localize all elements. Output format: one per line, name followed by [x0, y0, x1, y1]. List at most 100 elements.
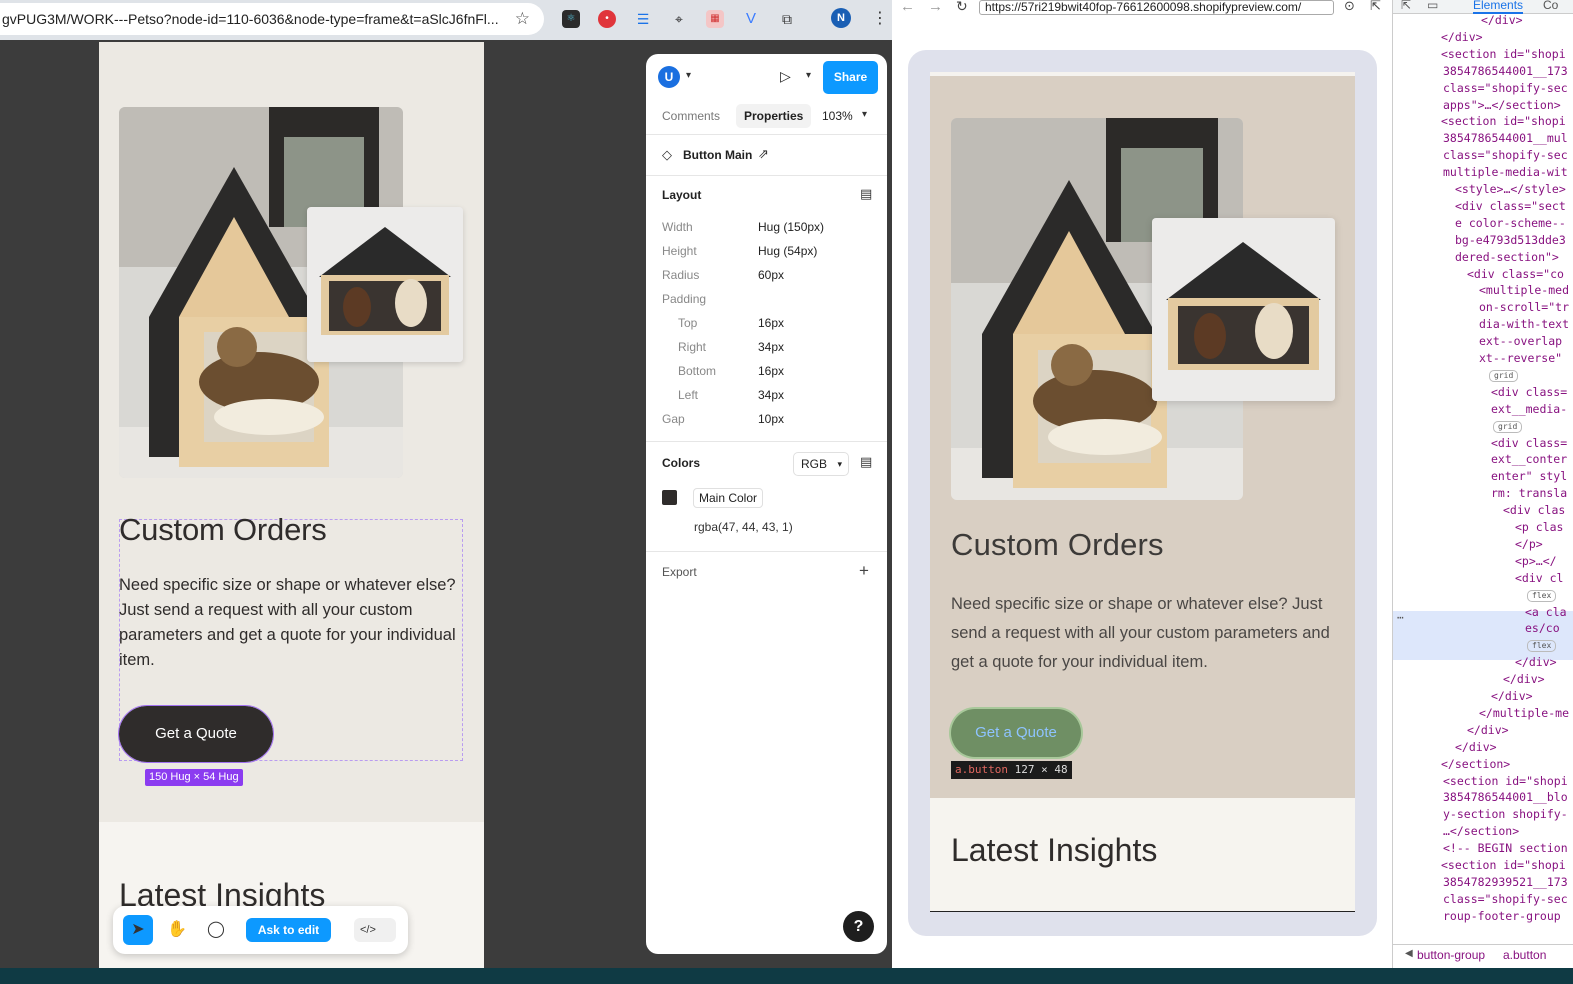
share-button[interactable]: Share	[823, 61, 878, 94]
user-avatar[interactable]: U	[658, 66, 680, 88]
layout-badge[interactable]: grid	[1493, 420, 1523, 433]
dom-node-line[interactable]: <div class=	[1491, 384, 1567, 400]
dom-node-line[interactable]: 3854786544001__mul	[1443, 130, 1568, 146]
dom-node-line[interactable]: ext__media-	[1491, 401, 1567, 417]
forward-icon[interactable]: →	[928, 0, 943, 15]
dom-node-line[interactable]: <section id="shopi	[1443, 773, 1568, 789]
dom-node-line[interactable]: </div>	[1491, 688, 1533, 704]
dom-node-line[interactable]: roup-footer-group	[1443, 908, 1561, 924]
address-bar[interactable]: gvPUG3M/WORK---Petso?node-id=110-6036&no…	[0, 3, 544, 35]
dom-node-line[interactable]: ext--overlap	[1479, 333, 1562, 349]
dom-node-line[interactable]: xt--reverse"	[1479, 350, 1562, 366]
dom-node-line[interactable]: 3854786544001__173	[1443, 63, 1568, 79]
dom-node-line[interactable]: dia-with-text	[1479, 316, 1569, 332]
extensions-puzzle-icon[interactable]: ⧉	[778, 10, 796, 28]
dom-node-line[interactable]: es/co	[1525, 620, 1560, 636]
vuetify-icon[interactable]: V	[742, 10, 760, 28]
move-tool-icon[interactable]: ➤	[123, 915, 153, 945]
dom-node-line[interactable]: </p>	[1515, 536, 1543, 552]
dom-node-line[interactable]: <div cl	[1515, 570, 1563, 586]
dom-node-line[interactable]: 3854786544001__blo	[1443, 789, 1568, 805]
inspect-icon[interactable]: ⇱	[1401, 0, 1411, 12]
get-quote-button[interactable]: Get a Quote	[118, 705, 274, 763]
react-devtools-icon[interactable]: ⚛	[562, 10, 580, 28]
present-play-icon[interactable]: ▷	[780, 68, 791, 85]
location-pin-icon[interactable]: ⌖	[670, 10, 688, 28]
dom-node-line[interactable]: <section id="shopi	[1441, 113, 1566, 129]
select-element-icon[interactable]: ⇱	[1370, 0, 1381, 14]
dom-node-line[interactable]: </div>	[1515, 654, 1557, 670]
back-icon[interactable]: ←	[900, 0, 915, 15]
profile-avatar[interactable]: N	[831, 8, 851, 28]
extension-red-icon[interactable]: •	[598, 10, 616, 28]
help-button[interactable]: ?	[843, 911, 874, 942]
breadcrumb-left-icon[interactable]: ◀	[1405, 948, 1413, 959]
reload-icon[interactable]: ↻	[956, 0, 968, 15]
tab-properties[interactable]: Properties	[736, 104, 812, 128]
dom-node-line[interactable]: <style>…</style>	[1455, 181, 1566, 197]
ask-to-edit-button[interactable]: Ask to edit	[246, 918, 331, 942]
layout-badge[interactable]: flex	[1527, 589, 1557, 602]
dom-node-line[interactable]: </div>	[1441, 29, 1483, 45]
extension-lines-icon[interactable]: ☰	[634, 10, 652, 28]
dom-node-line[interactable]: enter" styl	[1491, 468, 1567, 484]
dom-node-line[interactable]: </multiple-me	[1479, 705, 1569, 721]
color-swatch[interactable]	[662, 490, 677, 505]
dom-node-line[interactable]: <div class="sect	[1455, 198, 1566, 214]
layout-badge[interactable]: grid	[1489, 369, 1519, 382]
get-quote-button[interactable]: Get a Quote	[951, 709, 1081, 757]
dom-node-line[interactable]: dered-section">	[1455, 249, 1559, 265]
bookmark-star-icon[interactable]: ☆	[515, 3, 530, 35]
dom-node-line[interactable]: </section>	[1441, 756, 1510, 772]
browser-menu-icon[interactable]: ⋮	[872, 8, 888, 28]
dom-node-line[interactable]: <div class=	[1491, 435, 1567, 451]
chevron-down-icon[interactable]: ▾	[686, 70, 691, 81]
dom-node-line[interactable]: <section id="shopi	[1441, 46, 1566, 62]
dom-node-line[interactable]: ext__conter	[1491, 451, 1567, 467]
dom-node-line[interactable]: bg-e4793d513dde3	[1455, 232, 1566, 248]
dom-node-line[interactable]: <a cla	[1525, 604, 1567, 620]
dom-node-line[interactable]: <p>…</	[1515, 553, 1557, 569]
layout-badge[interactable]: flex	[1527, 640, 1557, 653]
color-style-name[interactable]: Main Color	[693, 488, 764, 508]
dom-node-line[interactable]: </div>	[1455, 739, 1497, 755]
device-toggle-icon[interactable]: ▭	[1427, 0, 1438, 12]
dom-node-line[interactable]: 3854782939521__173	[1443, 874, 1568, 890]
dom-node-line[interactable]: apps">…</section>	[1443, 97, 1561, 113]
extension-icon[interactable]: ⊙	[1344, 0, 1355, 14]
dom-node-line[interactable]: <div clas	[1503, 502, 1565, 518]
dom-node-line[interactable]: class="shopify-sec	[1443, 891, 1568, 907]
zoom-chevron-icon[interactable]: ▾	[862, 109, 867, 120]
comment-tool-icon[interactable]: ◯	[201, 915, 231, 945]
dom-node-line[interactable]: <multiple-med	[1479, 282, 1569, 298]
color-mode-select[interactable]: RGB ▾	[793, 452, 849, 476]
copy-colors-icon[interactable]: ▤	[860, 454, 872, 470]
dom-node-line[interactable]: <div class="co	[1467, 266, 1564, 282]
dom-node-line[interactable]: class="shopify-sec	[1443, 147, 1568, 163]
dom-node-line[interactable]: multiple-media-wit	[1443, 164, 1568, 180]
dom-node-line[interactable]: </div>	[1481, 12, 1523, 28]
dom-node-line[interactable]: on-scroll="tr	[1479, 299, 1569, 315]
copy-layout-icon[interactable]: ▤	[860, 186, 872, 202]
extension-pdf-icon[interactable]: ▦	[706, 10, 724, 28]
dom-node-line[interactable]: y-section shopify-	[1443, 806, 1568, 822]
dom-node-line[interactable]: </div>	[1467, 722, 1509, 738]
dom-node-line[interactable]: …</section>	[1443, 823, 1519, 839]
hand-tool-icon[interactable]: ✋	[162, 915, 192, 945]
dev-mode-toggle[interactable]: </>	[354, 918, 396, 942]
dom-node-line[interactable]: class="shopify-sec	[1443, 80, 1568, 96]
present-chevron-icon[interactable]: ▾	[806, 70, 811, 81]
add-export-icon[interactable]: +	[859, 561, 869, 581]
go-to-component-icon[interactable]: ⇗	[758, 146, 769, 162]
dom-node-line[interactable]: e color-scheme--	[1455, 215, 1566, 231]
breadcrumb-item[interactable]: button-group	[1417, 948, 1485, 962]
dom-node-line[interactable]: </div>	[1503, 671, 1545, 687]
dom-node-line[interactable]: <p clas	[1515, 519, 1563, 535]
tab-comments[interactable]: Comments	[662, 104, 720, 128]
dom-node-line[interactable]: rm: transla	[1491, 485, 1567, 501]
more-options-icon[interactable]: ⋯	[1397, 611, 1404, 624]
address-bar[interactable]: https://57ri219bwit40fop-76612600098.sho…	[979, 0, 1334, 15]
zoom-level[interactable]: 103%	[822, 104, 853, 128]
tab-console[interactable]: Co	[1543, 0, 1558, 12]
dom-node-line[interactable]: <section id="shopi	[1441, 857, 1566, 873]
